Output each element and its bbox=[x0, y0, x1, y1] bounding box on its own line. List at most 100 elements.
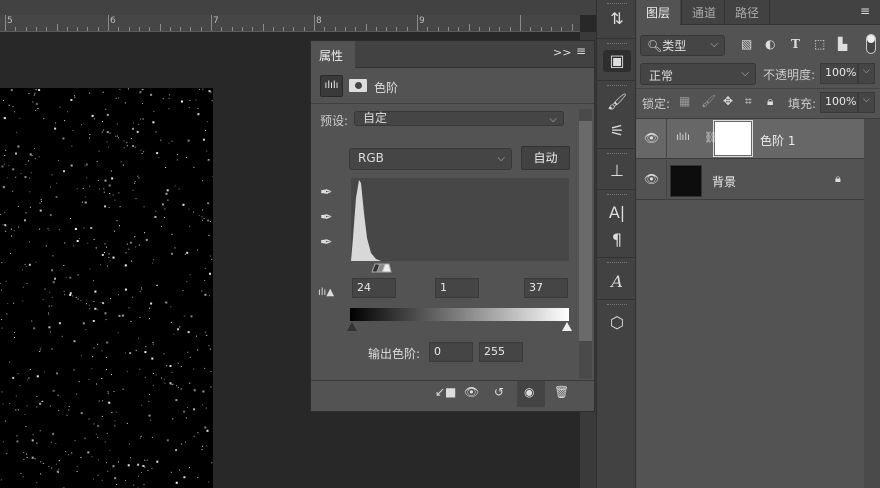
filter-adjustment-icon[interactable]: ◐ bbox=[765, 37, 775, 51]
star-dot bbox=[113, 230, 115, 232]
lock-position-icon[interactable]: ✥ bbox=[723, 94, 733, 108]
trash-icon[interactable]: 🗑 bbox=[554, 385, 569, 399]
star-dot bbox=[156, 284, 158, 286]
blend-mode-dropdown[interactable]: 正常 ⌵ bbox=[640, 63, 756, 85]
toggle-visibility-button[interactable]: ◉ bbox=[517, 381, 545, 407]
star-dot bbox=[35, 89, 37, 91]
input-black-field[interactable]: 24 bbox=[352, 278, 396, 298]
lock-all-icon[interactable]: 🔒︎ bbox=[767, 94, 773, 109]
star-dot bbox=[48, 305, 50, 307]
output-white-field[interactable]: 255 bbox=[479, 342, 523, 362]
collapse-icon[interactable]: >> bbox=[553, 46, 571, 59]
star-dot bbox=[189, 356, 191, 358]
panel-menu-icon[interactable]: ≡ bbox=[860, 4, 870, 18]
opacity-dropdown[interactable]: ⌵ bbox=[858, 63, 875, 84]
visibility-eye-icon[interactable]: 👁︎ bbox=[644, 172, 659, 186]
filter-smartobject-icon[interactable]: ▙ bbox=[838, 37, 847, 51]
output-black-slider[interactable] bbox=[347, 322, 357, 331]
star-dot bbox=[49, 291, 51, 293]
black-eyedropper-icon[interactable]: ✒ bbox=[320, 183, 333, 201]
star-dot bbox=[202, 138, 205, 141]
clone-source-icon[interactable]: ⊥ bbox=[605, 160, 629, 182]
panel-scrollbar[interactable] bbox=[579, 109, 592, 379]
reset-icon[interactable]: ↺ bbox=[494, 385, 504, 399]
lock-artboard-icon[interactable]: ⌗ bbox=[745, 94, 752, 109]
glyphs-icon[interactable]: A bbox=[605, 271, 629, 293]
levels-adjustment-icon[interactable]: ılılı bbox=[320, 75, 343, 97]
lock-transparent-icon[interactable]: ▦ bbox=[679, 94, 690, 108]
star-dot bbox=[108, 256, 110, 258]
layers-tab-row: 图层 通道 路径 ≡ bbox=[636, 0, 880, 25]
star-dot bbox=[124, 352, 126, 354]
auto-button[interactable]: 自动 bbox=[521, 146, 570, 170]
star-dot bbox=[55, 463, 57, 465]
paragraph-icon[interactable]: ¶ bbox=[605, 229, 629, 251]
panel-menu-icon[interactable]: ≡ bbox=[576, 44, 586, 58]
input-white-field[interactable]: 37 bbox=[524, 278, 568, 298]
star-dot bbox=[124, 480, 126, 481]
preset-dropdown[interactable]: 自定 ⌵ bbox=[354, 111, 564, 126]
layers-scrollbar[interactable] bbox=[864, 119, 880, 488]
star-dot bbox=[106, 341, 109, 344]
star-dot bbox=[0, 479, 2, 481]
star-dot bbox=[51, 348, 53, 350]
star-dot bbox=[106, 131, 109, 134]
fill-dropdown[interactable]: ⌵ bbox=[858, 92, 875, 113]
clipping-warning-icon: ılı▲ bbox=[318, 287, 335, 298]
filter-pixel-icon[interactable]: ▧ bbox=[741, 37, 752, 51]
ruler-tick bbox=[272, 27, 274, 31]
filter-toggle[interactable] bbox=[866, 34, 876, 54]
filter-type-icon[interactable]: T bbox=[791, 37, 800, 51]
layer-name[interactable]: 背景 bbox=[712, 173, 736, 190]
star-dot bbox=[208, 295, 210, 297]
star-dot bbox=[58, 468, 60, 470]
output-black-field[interactable]: 0 bbox=[429, 342, 473, 362]
channel-dropdown[interactable]: RGB ⌵ bbox=[349, 148, 512, 170]
white-eyedropper-icon[interactable]: ✒ bbox=[320, 233, 333, 251]
tab-channels[interactable]: 通道 bbox=[681, 0, 726, 25]
star-dot bbox=[71, 452, 73, 454]
ruler-tick bbox=[231, 27, 233, 31]
mask-icon[interactable] bbox=[349, 79, 367, 92]
opacity-field[interactable]: 100% bbox=[820, 63, 858, 84]
tab-layers[interactable]: 图层 bbox=[636, 0, 681, 25]
layer-name[interactable]: 色阶 1 bbox=[760, 132, 795, 149]
visibility-eye-icon[interactable]: 👁︎ bbox=[644, 131, 659, 145]
star-dot bbox=[188, 106, 190, 108]
lock-image-icon[interactable]: 🖌 bbox=[701, 94, 716, 108]
star-dot bbox=[155, 374, 157, 376]
star-dot bbox=[118, 314, 121, 317]
histogram bbox=[351, 178, 569, 273]
character-icon[interactable]: A| bbox=[605, 202, 629, 224]
ruler-tick bbox=[128, 27, 130, 31]
fill-field[interactable]: 100% bbox=[820, 92, 858, 113]
ruler-tick bbox=[437, 27, 439, 31]
star-dot bbox=[187, 139, 190, 142]
star-dot bbox=[133, 484, 135, 486]
star-dot bbox=[14, 111, 16, 113]
brush-presets-icon[interactable]: 🖌 bbox=[605, 91, 629, 113]
horizontal-ruler: 5 6 7 8 9 bbox=[0, 15, 580, 32]
output-white-slider[interactable] bbox=[562, 322, 572, 331]
filter-kind-dropdown[interactable]: 🔍︎类型 ⌵ bbox=[640, 35, 725, 56]
gray-eyedropper-icon[interactable]: ✒ bbox=[320, 208, 333, 226]
3d-icon[interactable]: ⬡ bbox=[605, 312, 629, 334]
filter-shape-icon[interactable]: ⬚ bbox=[814, 37, 825, 51]
input-gamma-field[interactable]: 1 bbox=[435, 278, 479, 298]
properties-icon[interactable]: ▣ bbox=[603, 50, 631, 72]
layer-row[interactable]: 👁︎ 背景 🔒︎ bbox=[636, 160, 864, 200]
star-dot bbox=[132, 145, 134, 147]
star-dot bbox=[58, 160, 60, 162]
layer-mask-thumbnail[interactable] bbox=[713, 120, 753, 157]
history-icon[interactable]: ⇅ bbox=[605, 8, 629, 30]
clip-to-layer-icon[interactable]: ↙■ bbox=[435, 385, 456, 399]
layer-row[interactable]: 👁︎ ılılı ⛓ 色阶 1 bbox=[636, 119, 864, 159]
star-dot bbox=[12, 168, 15, 171]
star-dot bbox=[203, 218, 205, 219]
brush-settings-icon[interactable]: ⚟ bbox=[605, 120, 629, 142]
star-dot bbox=[153, 259, 155, 261]
star-dot bbox=[123, 147, 125, 149]
tab-properties[interactable]: 属性 bbox=[311, 41, 355, 69]
view-previous-state-icon[interactable]: 👁 bbox=[464, 385, 479, 399]
tab-paths[interactable]: 路径 bbox=[724, 0, 771, 25]
